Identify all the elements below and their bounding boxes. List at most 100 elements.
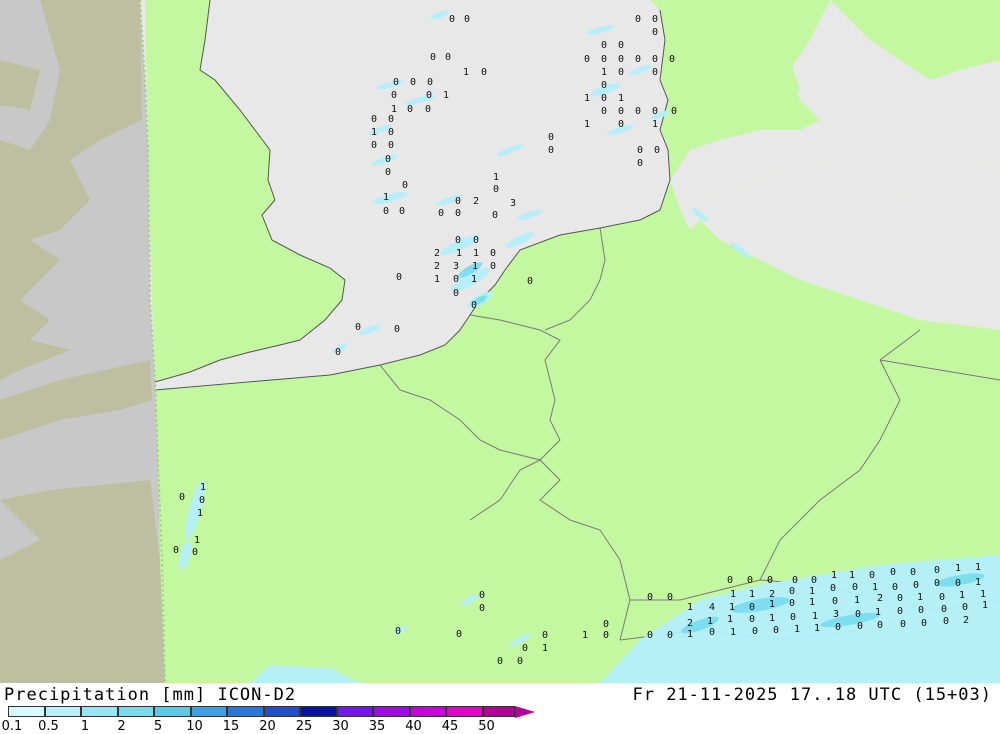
precip-value-label: 0 bbox=[438, 208, 444, 219]
precip-value-label: 0 bbox=[749, 614, 755, 625]
precip-value-label: 0 bbox=[517, 656, 523, 667]
precip-value-label: 0 bbox=[471, 300, 477, 311]
legend-label: 15 bbox=[222, 719, 240, 734]
precip-value-label: 1 bbox=[769, 613, 775, 624]
precip-value-label: 0 bbox=[527, 276, 533, 287]
precip-value-label: 0 bbox=[388, 114, 394, 125]
precip-value-label: 1 bbox=[809, 586, 815, 597]
legend-swatch bbox=[409, 706, 446, 717]
precip-value-label: 0 bbox=[792, 575, 798, 586]
precip-value-label: 0 bbox=[456, 629, 462, 640]
precip-value-label: 0 bbox=[618, 40, 624, 51]
precip-value-label: 0 bbox=[179, 492, 185, 503]
precip-value-label: 0 bbox=[388, 140, 394, 151]
precip-value-label: 0 bbox=[811, 575, 817, 586]
legend-label: 2 bbox=[117, 719, 126, 734]
precip-value-label: 0 bbox=[910, 567, 916, 578]
legend-label: 0.5 bbox=[38, 719, 59, 734]
legend-label: 35 bbox=[368, 719, 386, 734]
legend-swatch bbox=[44, 706, 81, 717]
precip-value-label: 0 bbox=[601, 106, 607, 117]
legend-swatch bbox=[336, 706, 373, 717]
precip-value-label: 0 bbox=[385, 154, 391, 165]
precip-value-label: 1 bbox=[542, 643, 548, 654]
precip-value-label: 1 bbox=[618, 93, 624, 104]
precip-value-label: 0 bbox=[455, 235, 461, 246]
precip-value-label: 0 bbox=[852, 582, 858, 593]
precip-value-label: 0 bbox=[767, 575, 773, 586]
precip-value-label: 0 bbox=[934, 578, 940, 589]
precip-value-label: 1 bbox=[197, 508, 203, 519]
precip-value-label: 1 bbox=[434, 274, 440, 285]
precip-value-label: 0 bbox=[425, 104, 431, 115]
precip-value-label: 0 bbox=[192, 547, 198, 558]
precip-value-label: 0 bbox=[637, 145, 643, 156]
precip-value-label: 0 bbox=[173, 545, 179, 556]
precip-value-label: 1 bbox=[443, 90, 449, 101]
precip-value-label: 0 bbox=[497, 656, 503, 667]
legend-label: 40 bbox=[405, 719, 422, 734]
precip-value-label: 0 bbox=[453, 288, 459, 299]
precip-value-label: 0 bbox=[618, 106, 624, 117]
precip-value-label: 0 bbox=[395, 626, 401, 637]
color-legend: 0.1 0.5 1 2 5 10 15 20 25 30 35 40 45 50 bbox=[2, 706, 535, 734]
precip-value-label: 1 bbox=[582, 630, 588, 641]
precip-value-label: 0 bbox=[752, 626, 758, 637]
precip-value-label: 2 bbox=[687, 618, 693, 629]
precip-value-label: 2 bbox=[963, 615, 969, 626]
precip-value-label: 0 bbox=[548, 145, 554, 156]
precip-value-label: 0 bbox=[396, 272, 402, 283]
precip-value-label: 1 bbox=[727, 614, 733, 625]
precip-value-label: 0 bbox=[453, 274, 459, 285]
precip-value-label: 1 bbox=[473, 248, 479, 259]
validity-time: Fr 21-11-2025 17..18 UTC (15+03) bbox=[632, 685, 992, 705]
precip-value-label: 1 bbox=[472, 261, 478, 272]
precip-value-label: 0 bbox=[618, 67, 624, 78]
precip-value-label: 1 bbox=[794, 624, 800, 635]
legend-swatch bbox=[446, 706, 483, 717]
precip-value-label: 1 bbox=[707, 616, 713, 627]
precip-value-label: 1 bbox=[872, 582, 878, 593]
precip-value-label: 1 bbox=[584, 93, 590, 104]
precip-value-label: 0 bbox=[855, 609, 861, 620]
precip-value-label: 1 bbox=[854, 595, 860, 606]
legend-label: 30 bbox=[332, 719, 349, 734]
precip-value-label: 1 bbox=[749, 589, 755, 600]
precip-value-label: 0 bbox=[391, 90, 397, 101]
precip-value-label: 0 bbox=[601, 40, 607, 51]
precip-value-label: 0 bbox=[402, 180, 408, 191]
legend-label: 0.1 bbox=[1, 719, 23, 734]
legend-label: 20 bbox=[259, 719, 276, 734]
precip-value-label: 0 bbox=[637, 158, 643, 169]
precip-value-label: 1 bbox=[456, 248, 462, 259]
precip-value-label: 0 bbox=[877, 620, 883, 631]
precip-value-label: 1 bbox=[831, 570, 837, 581]
legend-swatch bbox=[227, 706, 264, 717]
precip-value-label: 0 bbox=[671, 106, 677, 117]
precip-value-label: 0 bbox=[548, 132, 554, 143]
precip-value-label: 0 bbox=[464, 14, 470, 25]
precip-value-label: 1 bbox=[814, 623, 820, 634]
precip-value-label: 0 bbox=[479, 603, 485, 614]
precip-value-label: 3 bbox=[453, 261, 459, 272]
precip-value-label: 0 bbox=[635, 14, 641, 25]
precip-value-label: 0 bbox=[773, 625, 779, 636]
precip-value-label: 0 bbox=[790, 612, 796, 623]
precip-value-label: 0 bbox=[399, 206, 405, 217]
precip-value-label: 0 bbox=[584, 54, 590, 65]
precip-value-label: 0 bbox=[727, 575, 733, 586]
precip-value-label: 1 bbox=[493, 172, 499, 183]
precip-value-label: 0 bbox=[652, 67, 658, 78]
precip-value-label: 0 bbox=[383, 206, 389, 217]
legend-swatch bbox=[154, 706, 191, 717]
precip-value-label: 1 bbox=[982, 600, 988, 611]
precip-value-label: 1 bbox=[371, 127, 377, 138]
precip-value-label: 0 bbox=[897, 593, 903, 604]
precip-value-label: 0 bbox=[410, 77, 416, 88]
precip-value-label: 1 bbox=[959, 590, 965, 601]
precip-value-label: 3 bbox=[510, 198, 516, 209]
precip-value-label: 0 bbox=[830, 583, 836, 594]
precip-value-label: 0 bbox=[371, 114, 377, 125]
precip-value-label: 0 bbox=[635, 106, 641, 117]
precip-value-label: 0 bbox=[388, 127, 394, 138]
